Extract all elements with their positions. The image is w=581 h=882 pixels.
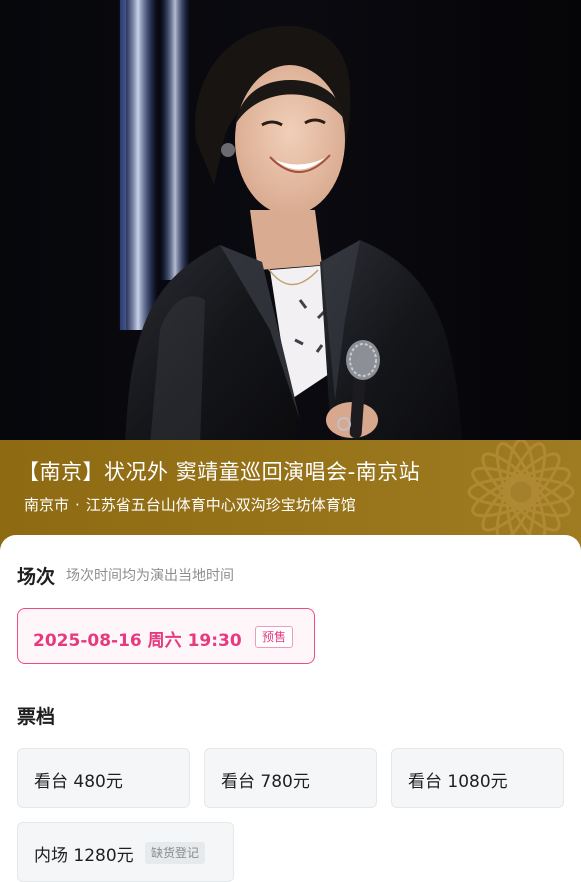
- presale-badge: 预售: [255, 626, 294, 648]
- tier-option-floor-1280[interactable]: 内场 1280元 缺货登记: [17, 822, 234, 882]
- flower-decoration-icon: [467, 440, 575, 546]
- tier-option-stand-780[interactable]: 看台 780元: [204, 748, 377, 808]
- session-option[interactable]: 2025-08-16 周六 19:30 预售: [17, 608, 315, 664]
- tiers-heading: 票档: [17, 706, 56, 728]
- sessions-heading: 场次: [17, 566, 56, 588]
- sessions-note: 场次时间均为演出当地时间: [66, 568, 234, 584]
- event-title: 【南京】状况外 窦靖童巡回演唱会-南京站: [18, 460, 421, 484]
- tier-label: 看台 1080元: [408, 772, 508, 792]
- tier-option-stand-480[interactable]: 看台 480元: [17, 748, 190, 808]
- ticket-selection-sheet: 场次 场次时间均为演出当地时间 2025-08-16 周六 19:30 预售 票…: [0, 535, 581, 882]
- event-location[interactable]: 南京市 · 江苏省五台山体育中心双沟珍宝坊体育馆: [24, 494, 356, 515]
- event-title-band: 【南京】状况外 窦靖童巡回演唱会-南京站 南京市 · 江苏省五台山体育中心双沟珍宝坊…: [0, 440, 581, 550]
- tier-label: 看台 780元: [221, 772, 310, 792]
- tier-label: 看台 480元: [34, 772, 123, 792]
- event-venue: 江苏省五台山体育中心双沟珍宝坊体育馆: [85, 496, 356, 514]
- event-poster-image: [0, 0, 581, 445]
- tier-option-stand-1080[interactable]: 看台 1080元: [391, 748, 564, 808]
- tier-label: 内场 1280元: [34, 846, 134, 866]
- event-city: 南京市: [24, 496, 70, 514]
- session-datetime: 2025-08-16 周六 19:30: [33, 631, 242, 651]
- location-separator: ·: [75, 496, 80, 514]
- waitlist-badge: 缺货登记: [145, 842, 206, 864]
